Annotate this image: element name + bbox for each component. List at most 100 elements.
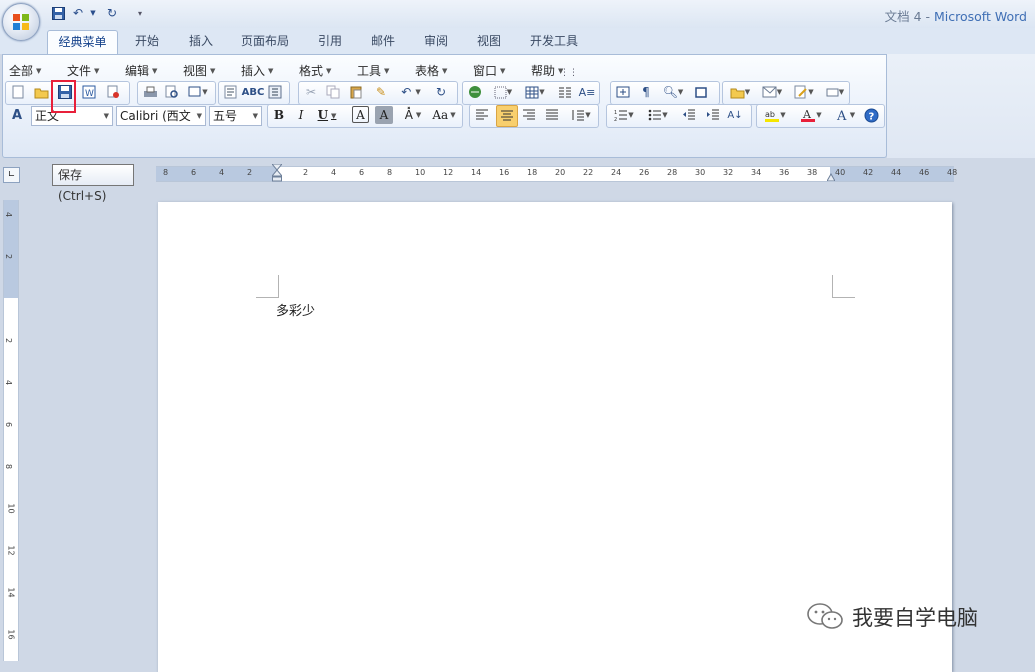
ruler-number: 8 [4,463,14,470]
watermark-text: 我要自学电脑 [852,606,978,630]
italic-button[interactable]: I [292,106,310,124]
character-border-icon[interactable]: A [352,106,369,123]
menu-window[interactable]: 窗口 ▼ [473,62,505,79]
qat-undo-icon[interactable]: ↶ [70,5,86,21]
folder-icon[interactable]: ▼ [727,83,753,101]
align-left-icon[interactable] [473,106,491,124]
styles-icon[interactable]: A [8,106,26,124]
font-select[interactable]: Calibri (西文 ▼ [116,106,206,126]
full-screen-icon[interactable] [692,83,710,101]
copy-icon[interactable] [324,83,342,101]
tab-selector-icon[interactable]: ∟ [3,167,20,183]
decrease-indent-icon[interactable] [680,106,698,124]
justify-icon[interactable] [543,106,561,124]
font-color-icon[interactable]: A ▼ [796,106,826,124]
insert-table-icon[interactable]: ▼ [522,83,548,101]
tab-references[interactable]: 引用 [309,30,351,53]
envelope-icon[interactable]: ▼ [759,83,785,101]
right-indent-marker-icon[interactable] [826,170,836,182]
ruler-number: 2 [303,168,309,177]
tab-review[interactable]: 审阅 [415,30,457,53]
spelling-check-icon[interactable]: ABC [242,83,265,101]
tab-home[interactable]: 开始 [126,30,168,53]
tab-page-layout[interactable]: 页面布局 [234,30,296,53]
tab-classic-menu[interactable]: 经典菜单 [47,30,118,54]
app-name: Microsoft Word [934,9,1027,24]
page-view-icon[interactable]: ▼ [185,83,211,101]
open-folder-icon[interactable] [32,83,50,101]
new-document-icon[interactable] [9,83,27,101]
tab-insert[interactable]: 插入 [180,30,222,53]
chevron-down-icon: ▼ [103,112,109,120]
ruler-number: 16 [6,629,16,640]
sort-icon[interactable]: A↓ [726,106,744,124]
menu-format[interactable]: 格式 ▼ [299,62,331,79]
align-center-icon[interactable] [496,105,518,127]
menu-file[interactable]: 文件 ▼ [67,62,99,79]
borders-icon[interactable]: ▼ [490,83,516,101]
zoom-icon[interactable]: 🔍︎ ▼ [660,83,686,101]
print-icon[interactable] [141,83,159,101]
hyperlink-icon[interactable] [466,83,484,101]
line-spacing-icon[interactable]: ▼ [568,106,594,124]
tab-view[interactable]: 视图 [468,30,510,53]
ruler-number: 32 [723,168,734,177]
cut-icon[interactable]: ✂ [302,83,320,101]
text-effects-icon[interactable]: A̽ ▼ [399,106,427,124]
underline-button[interactable]: U ▼ [314,106,340,124]
show-hide-marks-icon[interactable]: ¶ [637,83,655,101]
permission-icon[interactable] [104,83,122,101]
tab-mailings[interactable]: 邮件 [362,30,404,53]
research-icon[interactable] [222,83,240,101]
change-case-icon[interactable]: Aa ▼ [430,106,458,124]
vertical-ruler[interactable]: 4 2 2 4 6 8 10 12 14 16 [3,200,19,661]
format-painter-icon[interactable]: ✎ [372,83,390,101]
office-button[interactable] [2,3,40,41]
qat-redo-icon[interactable]: ↻ [104,5,120,21]
character-shading-icon[interactable]: A [375,106,393,124]
menu-insert[interactable]: 插入 ▼ [241,62,273,79]
menu-grip-icon[interactable]: ⋮⋮ [560,68,578,78]
track-changes-icon[interactable]: ▼ [791,83,817,101]
numbering-icon[interactable]: 1 2 ▼ [610,106,638,124]
thesaurus-icon[interactable] [266,83,284,101]
undo-icon[interactable]: ↶ ▼ [397,83,425,101]
qat-save-icon[interactable] [50,5,66,21]
bold-button[interactable]: B [270,106,288,124]
menu-tools[interactable]: 工具 ▼ [357,62,389,79]
qat-undo-dropdown-icon[interactable]: ▼ [88,5,98,21]
text-style-icon[interactable]: A ▼ [830,106,860,124]
font-size-select[interactable]: 五号 ▼ [209,106,262,126]
align-right-icon[interactable] [520,106,538,124]
menu-edit[interactable]: 编辑 ▼ [125,62,157,79]
ruler-number: 40 [835,168,846,177]
font-size-value: 五号 [213,109,238,123]
drop-cap-icon[interactable]: A≡ [578,83,596,101]
save-highlight-frame [51,80,76,113]
menu-view[interactable]: 视图 ▼ [183,62,215,79]
ruler-number: 42 [863,168,874,177]
word-document-icon[interactable]: W [80,83,98,101]
ruler-number: 2 [4,253,14,260]
wechat-icon [807,603,843,629]
paste-icon[interactable] [347,83,365,101]
tab-developer[interactable]: 开发工具 [524,30,584,53]
redo-icon[interactable]: ↻ [432,83,450,101]
document-map-icon[interactable] [614,83,632,101]
bullets-icon[interactable]: ▼ [644,106,672,124]
chevron-down-icon: ▼ [196,107,202,125]
help-icon[interactable]: ? [862,106,880,124]
indent-marker-icon[interactable] [270,163,284,182]
ruler-number: 30 [695,168,706,177]
columns-icon[interactable] [556,83,574,101]
menu-table[interactable]: 表格 ▼ [415,62,447,79]
ruler-number: 12 [6,545,16,556]
document-body-text[interactable]: 多彩少 [276,300,315,319]
highlight-color-icon[interactable]: ab ▼ [760,106,790,124]
qat-customize-icon[interactable]: ▾ [134,5,146,21]
increase-indent-icon[interactable] [704,106,722,124]
toolbar-options-icon[interactable]: ▼ [823,83,847,101]
print-preview-icon[interactable] [163,83,181,101]
menu-all[interactable]: 全部 ▼ [9,62,41,79]
menu-help[interactable]: 帮助 ▼ [531,62,563,79]
